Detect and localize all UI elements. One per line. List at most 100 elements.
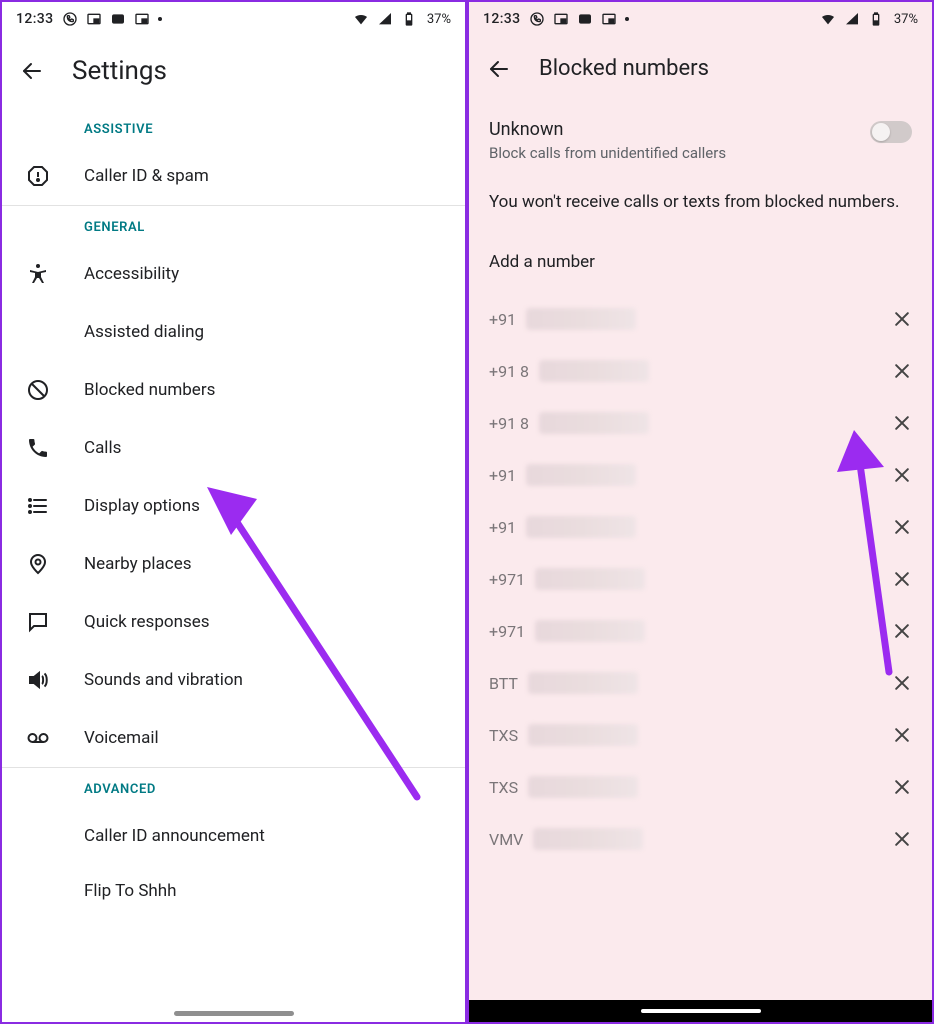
blocked-numbers-list: +91+91 8+91 8+91+91+971+971BTTTXSTXSVMV [469, 293, 932, 865]
unknown-subtitle: Block calls from unidentified callers [489, 144, 858, 162]
nav-handle[interactable] [469, 1000, 932, 1022]
number-prefix: BTT [489, 674, 518, 693]
number-prefix: +971 [489, 570, 525, 589]
pin-icon [26, 552, 50, 576]
row-label: Nearby places [84, 554, 191, 574]
alert-octagon-icon [26, 164, 50, 188]
redacted-number [528, 672, 638, 694]
remove-number-icon[interactable] [892, 673, 912, 693]
remove-number-icon[interactable] [892, 465, 912, 485]
nav-handle[interactable] [2, 1011, 465, 1016]
wifi-icon [820, 11, 836, 27]
page-title: Settings [72, 56, 167, 86]
row-display-options[interactable]: Display options [2, 477, 465, 535]
remove-number-icon[interactable] [892, 777, 912, 797]
add-number-button[interactable]: Add a number [469, 216, 932, 294]
remove-number-icon[interactable] [892, 829, 912, 849]
row-nearby-places[interactable]: Nearby places [2, 535, 465, 593]
whatsapp-icon [62, 11, 78, 27]
remove-number-icon[interactable] [892, 517, 912, 537]
row-calls[interactable]: Calls [2, 419, 465, 477]
blocked-number-row: BTT [469, 657, 932, 709]
number-prefix: +971 [489, 622, 525, 641]
pip-icon-2 [134, 11, 150, 27]
appbar-blocked: Blocked numbers [469, 36, 932, 103]
back-arrow-icon[interactable] [20, 59, 44, 83]
signal-icon [844, 11, 860, 27]
accessibility-icon [26, 262, 50, 286]
section-advanced: ADVANCED [2, 768, 465, 807]
row-label: Caller ID announcement [84, 826, 265, 846]
battery-percent: 37% [894, 12, 918, 27]
redacted-number [528, 776, 638, 798]
sound-icon [26, 668, 50, 692]
row-flip-to-shhh[interactable]: Flip To Shhh [2, 865, 465, 905]
app-badge-icon [577, 11, 593, 27]
section-general: GENERAL [2, 206, 465, 245]
number-prefix: +91 [489, 466, 516, 485]
row-sounds-vibration[interactable]: Sounds and vibration [2, 651, 465, 709]
number-prefix: +91 [489, 310, 516, 329]
pip-icon-2 [601, 11, 617, 27]
unknown-title: Unknown [489, 119, 858, 140]
appbar-settings: Settings [2, 36, 465, 108]
status-bar: 12:33 37% [469, 2, 932, 36]
whatsapp-icon [529, 11, 545, 27]
battery-icon [868, 11, 884, 27]
row-label: Blocked numbers [84, 380, 215, 400]
row-assisted-dialing[interactable]: Assisted dialing [2, 303, 465, 361]
row-label: Sounds and vibration [84, 670, 243, 690]
number-prefix: +91 8 [489, 414, 529, 433]
redacted-number [533, 828, 643, 850]
redacted-number [539, 412, 649, 434]
remove-number-icon[interactable] [892, 725, 912, 745]
number-prefix: VMV [489, 830, 523, 849]
blocked-number-row: +91 8 [469, 345, 932, 397]
redacted-number [526, 516, 636, 538]
blocked-number-row: TXS [469, 761, 932, 813]
app-badge-icon [110, 11, 126, 27]
phone-right-blocked-numbers: 12:33 37% Blocked numbers Unknown Block … [467, 0, 934, 1024]
blocked-number-row: VMV [469, 813, 932, 865]
list-icon [26, 494, 50, 518]
blocked-number-row: +91 [469, 449, 932, 501]
redacted-number [526, 464, 636, 486]
row-quick-responses[interactable]: Quick responses [2, 593, 465, 651]
blocked-number-row: +91 8 [469, 397, 932, 449]
page-title: Blocked numbers [539, 56, 709, 81]
row-voicemail[interactable]: Voicemail [2, 709, 465, 767]
pip-icon [553, 11, 569, 27]
unknown-toggle-row[interactable]: Unknown Block calls from unidentified ca… [469, 103, 932, 172]
redacted-number [539, 360, 649, 382]
row-caller-id-announcement[interactable]: Caller ID announcement [2, 807, 465, 865]
number-prefix: +91 [489, 518, 516, 537]
blocked-explain: You won't receive calls or texts from bl… [469, 172, 932, 216]
back-arrow-icon[interactable] [487, 57, 511, 81]
remove-number-icon[interactable] [892, 361, 912, 381]
signal-icon [377, 11, 393, 27]
remove-number-icon[interactable] [892, 309, 912, 329]
blocked-number-row: +971 [469, 605, 932, 657]
row-caller-id-spam[interactable]: Caller ID & spam [2, 147, 465, 205]
chat-icon [26, 610, 50, 634]
row-label: Caller ID & spam [84, 166, 209, 186]
redacted-number [535, 620, 645, 642]
row-accessibility[interactable]: Accessibility [2, 245, 465, 303]
row-label: Display options [84, 496, 200, 516]
status-time: 12:33 [483, 11, 521, 27]
battery-percent: 37% [427, 12, 451, 27]
row-label: Assisted dialing [84, 322, 204, 342]
phone-icon [26, 436, 50, 460]
unknown-switch[interactable] [870, 121, 912, 143]
remove-number-icon[interactable] [892, 569, 912, 589]
redacted-number [526, 308, 636, 330]
remove-number-icon[interactable] [892, 413, 912, 433]
row-label: Quick responses [84, 612, 210, 632]
blocked-number-row: +91 [469, 501, 932, 553]
remove-number-icon[interactable] [892, 621, 912, 641]
block-icon [26, 378, 50, 402]
row-label: Voicemail [84, 728, 159, 748]
phone-left-settings: 12:33 37% Settings ASSISTIVE Caller ID &… [0, 0, 467, 1024]
status-time: 12:33 [16, 11, 54, 27]
row-blocked-numbers[interactable]: Blocked numbers [2, 361, 465, 419]
